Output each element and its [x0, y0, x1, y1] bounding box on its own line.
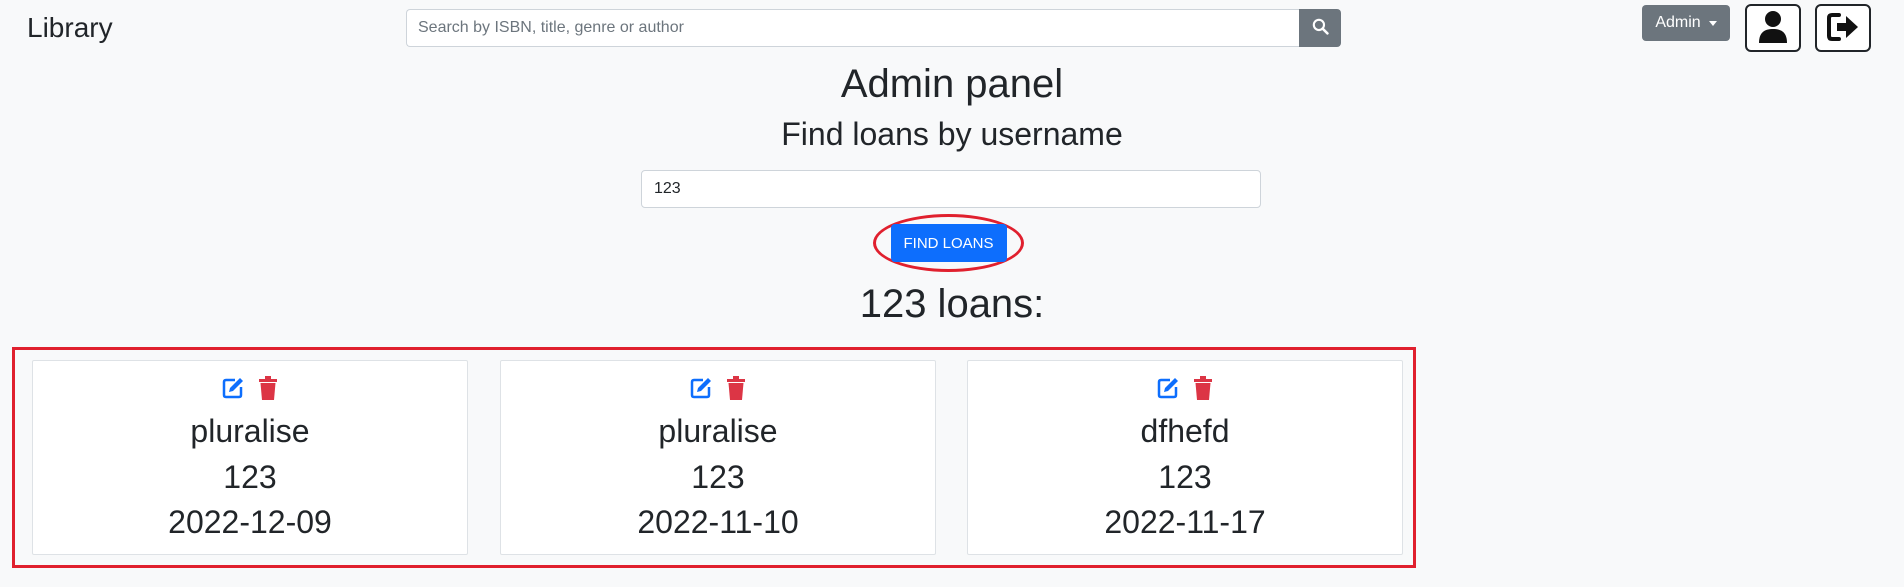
page: Library Admin — [0, 0, 1904, 587]
loan-date: 2022-12-09 — [168, 504, 332, 540]
loan-card: dfhefd 123 2022-11-17 — [967, 360, 1403, 555]
search-icon — [1312, 18, 1329, 38]
loan-username: 123 — [1158, 459, 1212, 495]
loan-book-title: dfhefd — [1140, 413, 1230, 449]
loan-card-actions — [501, 376, 935, 400]
admin-dropdown-label: Admin — [1655, 14, 1701, 31]
trash-icon[interactable] — [257, 376, 279, 400]
edit-icon[interactable] — [1156, 376, 1180, 400]
profile-button[interactable] — [1745, 4, 1801, 52]
loans-results-highlight: pluralise 123 2022-12-09 pluralise 123 2… — [12, 347, 1416, 568]
loans-result-heading: 123 loans: — [859, 282, 1045, 326]
username-input[interactable] — [641, 170, 1261, 208]
user-icon — [1758, 10, 1788, 47]
page-title: Admin panel — [840, 62, 1064, 106]
loan-card-actions — [968, 376, 1402, 400]
find-loans-highlight: FIND LOANS — [873, 214, 1024, 272]
admin-dropdown-button[interactable]: Admin — [1642, 5, 1730, 41]
search-button[interactable] — [1299, 9, 1341, 47]
find-loans-button[interactable]: FIND LOANS — [890, 224, 1007, 262]
loan-card: pluralise 123 2022-12-09 — [32, 360, 468, 555]
loan-username: 123 — [691, 459, 745, 495]
caret-down-icon — [1708, 20, 1717, 26]
sign-out-icon — [1826, 12, 1860, 45]
loan-username: 123 — [223, 459, 277, 495]
loan-card: pluralise 123 2022-11-10 — [500, 360, 936, 555]
search-input[interactable] — [406, 9, 1299, 47]
trash-icon[interactable] — [725, 376, 747, 400]
loan-card-actions — [33, 376, 467, 400]
loan-book-title: pluralise — [190, 413, 310, 449]
loan-date: 2022-11-17 — [1104, 504, 1266, 540]
edit-icon[interactable] — [689, 376, 713, 400]
edit-icon[interactable] — [221, 376, 245, 400]
trash-icon[interactable] — [1192, 376, 1214, 400]
brand-link[interactable]: Library — [27, 12, 113, 44]
loan-book-title: pluralise — [658, 413, 778, 449]
section-subtitle: Find loans by username — [781, 116, 1123, 152]
logout-button[interactable] — [1815, 4, 1871, 52]
search-group — [406, 9, 1341, 47]
loan-date: 2022-11-10 — [637, 504, 799, 540]
